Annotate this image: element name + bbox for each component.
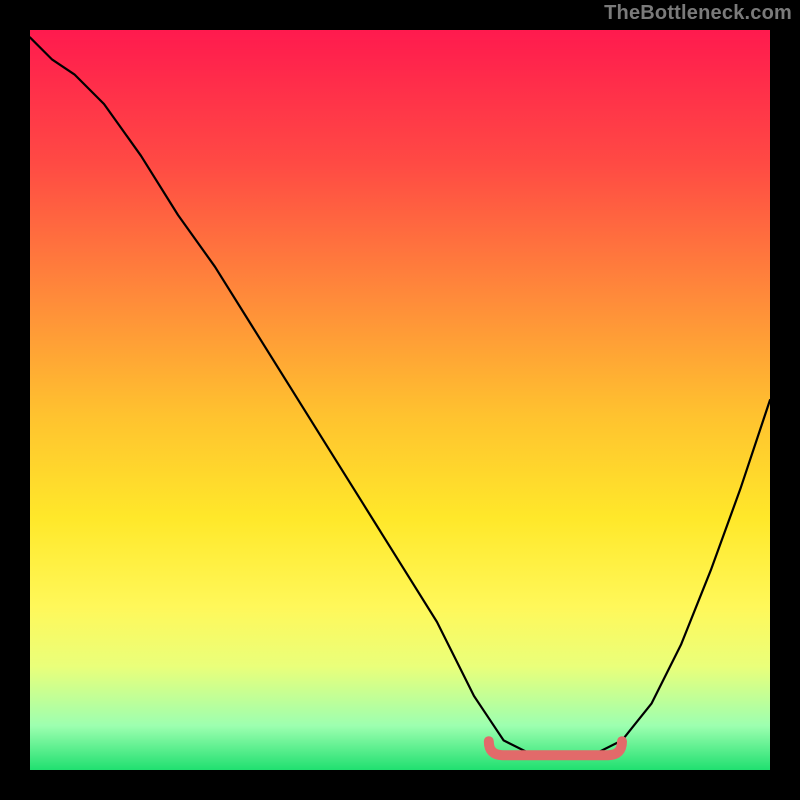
plot-area [30, 30, 770, 770]
chart-container: TheBottleneck.com [0, 0, 800, 800]
watermark: TheBottleneck.com [604, 2, 792, 25]
bottleneck-curve [30, 37, 770, 759]
curve-layer [30, 30, 770, 770]
